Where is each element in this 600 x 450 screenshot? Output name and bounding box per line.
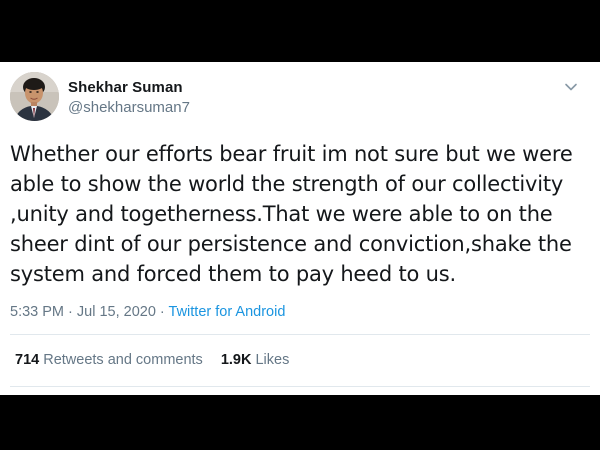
tweet-source-link[interactable]: Twitter for Android	[169, 304, 286, 320]
avatar[interactable]	[10, 72, 59, 121]
divider	[10, 334, 590, 335]
letterbox-top	[0, 0, 600, 62]
likes-label: Likes	[255, 352, 290, 368]
tweet-text-line: able to show the world the strength of o…	[10, 172, 564, 196]
retweets-count: 714	[15, 352, 40, 368]
likes-stat[interactable]: 1.9K Likes	[221, 352, 290, 368]
tweet-date[interactable]: Jul 15, 2020	[77, 304, 156, 320]
retweets-stat[interactable]: 714 Retweets and comments	[15, 352, 203, 368]
tweet-text: Whether our efforts bear fruit im not su…	[10, 139, 590, 289]
tweet-text-line: sheer dint of our persistence and convic…	[10, 232, 572, 256]
divider	[10, 386, 590, 387]
meta-separator: ·	[155, 304, 169, 320]
chevron-down-icon[interactable]	[563, 80, 579, 92]
tweet-text-line: ,unity and togetherness.That we were abl…	[10, 202, 553, 226]
tweet-stats: 714 Retweets and comments 1.9K Likes	[15, 352, 289, 368]
letterbox-bottom	[0, 395, 600, 450]
likes-count: 1.9K	[220, 352, 252, 368]
tweet-card: Shekhar Suman @shekharsuman7 Whether our…	[0, 62, 600, 395]
tweet-text-line: Whether our efforts bear fruit im not su…	[10, 142, 573, 166]
retweets-label: Retweets and comments	[43, 352, 203, 368]
profile-photo	[10, 72, 59, 121]
tweet-meta: 5:33 PM · Jul 15, 2020 · Twitter for And…	[10, 304, 285, 320]
tweet-time[interactable]: 5:33 PM	[10, 304, 64, 320]
tweet-text-line: system and forced them to pay heed to us…	[10, 262, 456, 286]
user-handle[interactable]: @shekharsuman7	[68, 99, 190, 116]
display-name[interactable]: Shekhar Suman	[68, 79, 183, 96]
meta-separator: ·	[64, 304, 77, 320]
